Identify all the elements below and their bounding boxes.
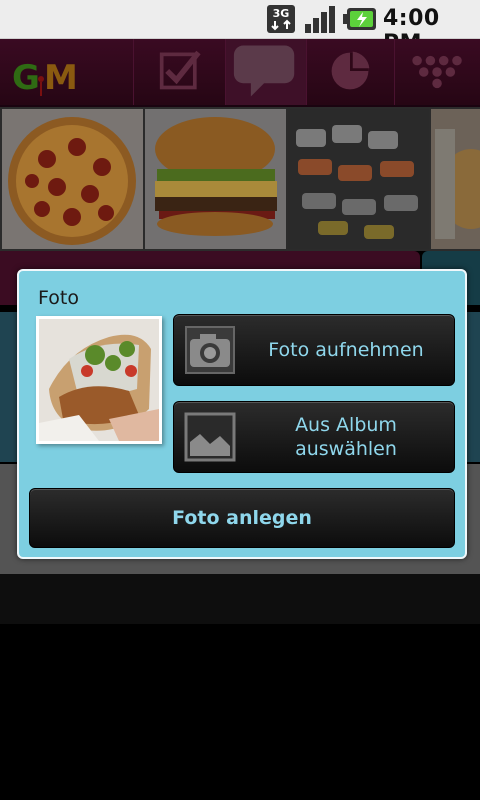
kebab-photo xyxy=(39,319,159,441)
app-logo: G M xyxy=(12,58,78,97)
tab-stats[interactable] xyxy=(306,39,395,105)
signal-strength-icon xyxy=(305,6,335,33)
take-photo-button[interactable]: Foto aufnehmen xyxy=(173,314,455,386)
svg-text:3G: 3G xyxy=(273,7,290,20)
svg-text:M: M xyxy=(44,58,78,97)
choose-from-album-label: Aus Album auswählen xyxy=(295,414,397,460)
photo-pizza[interactable] xyxy=(2,109,143,249)
speech-bubble-icon xyxy=(233,45,295,97)
take-photo-label: Foto aufnehmen xyxy=(268,339,424,361)
app-toolbar: G M xyxy=(0,39,480,107)
photo-sushi[interactable] xyxy=(288,109,429,249)
background-footer xyxy=(0,574,480,624)
tab-checklist[interactable] xyxy=(133,39,226,105)
gallery-icon xyxy=(184,412,236,462)
dialog-title: Foto xyxy=(38,287,79,309)
photo-strip xyxy=(0,107,480,251)
camera-icon xyxy=(185,326,235,374)
photo-burger[interactable] xyxy=(145,109,286,249)
save-photo-button[interactable]: Foto anlegen xyxy=(29,488,455,548)
tab-chat[interactable] xyxy=(225,39,306,105)
dots-icon xyxy=(412,55,462,89)
photo-dialog: Foto Foto aufnehmen Aus Album auswählen xyxy=(17,269,467,559)
photo-food[interactable] xyxy=(431,109,480,249)
photo-preview[interactable] xyxy=(36,316,162,444)
choose-from-album-button[interactable]: Aus Album auswählen xyxy=(173,401,455,473)
tab-more[interactable] xyxy=(394,39,480,105)
status-bar: 3G 4:00 PM xyxy=(0,0,480,56)
checkbox-icon xyxy=(159,50,201,90)
network-3g-icon: 3G xyxy=(267,5,295,33)
pie-chart-icon xyxy=(331,51,370,90)
battery-charging-icon xyxy=(343,8,376,30)
svg-text:G: G xyxy=(12,58,40,97)
